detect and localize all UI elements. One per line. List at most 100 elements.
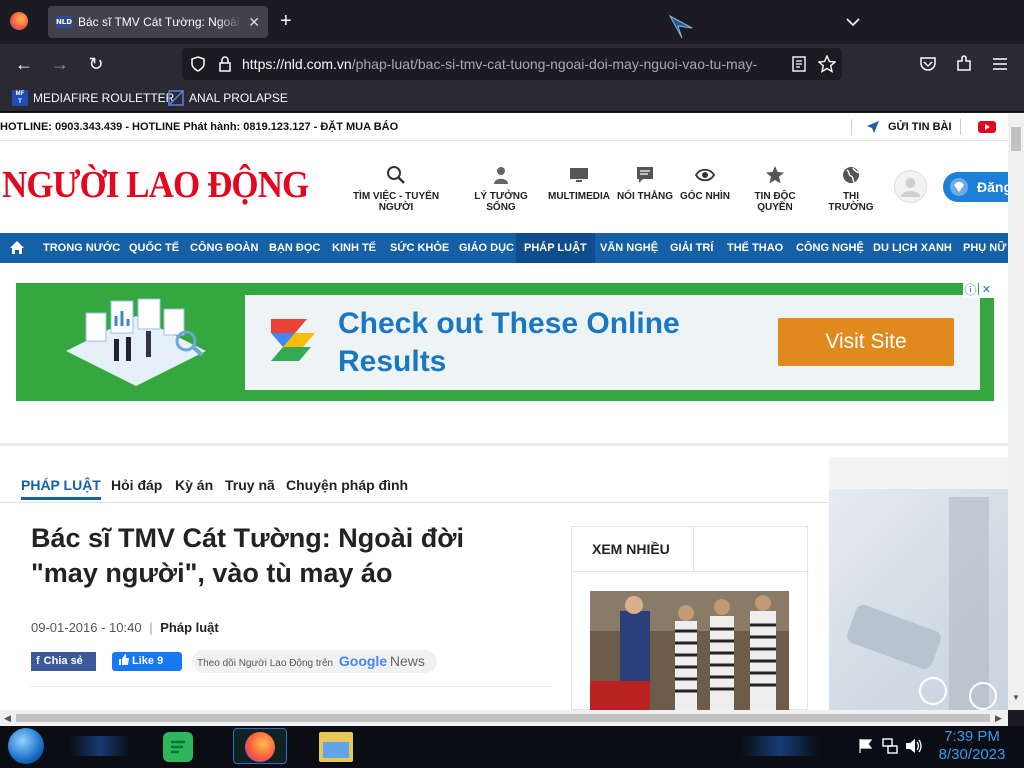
menu-icon[interactable] — [992, 57, 1008, 71]
side-ad-top — [829, 457, 1008, 489]
bookmark-star-icon[interactable] — [818, 55, 836, 73]
youtube-icon[interactable] — [978, 120, 996, 134]
new-tab-icon[interactable]: + — [280, 10, 292, 32]
send-tip-link[interactable]: GỬI TIN BÀI — [888, 121, 952, 133]
topic-noi-thang[interactable]: NÓI THẲNG — [616, 165, 674, 202]
bookmark-item[interactable]: ANAL PROLAPSE — [168, 90, 288, 106]
visit-site-button[interactable]: Visit Site — [778, 318, 954, 366]
horizontal-scrollbar[interactable]: ◀ ▶ — [0, 710, 1008, 726]
nav-item[interactable]: TRONG NƯỚC — [43, 233, 120, 263]
back-icon[interactable]: ← — [12, 52, 36, 76]
avatar[interactable] — [894, 170, 927, 203]
nav-item[interactable]: KINH TẾ — [332, 233, 376, 263]
article-date: 09-01-2016 - 10:40 — [31, 620, 142, 635]
start-button[interactable] — [8, 728, 44, 764]
extensions-icon[interactable] — [955, 55, 973, 73]
like-label: Like 9 — [132, 655, 164, 667]
nav-item[interactable]: THỂ THAO — [727, 233, 783, 263]
url-bar[interactable]: https://nld.com.vn/phap-luat/bac-si-tmv-… — [182, 48, 842, 80]
send-icon — [867, 121, 879, 133]
topic-multimedia[interactable]: MULTIMEDIA — [548, 165, 610, 202]
news-thumbnail[interactable] — [590, 591, 789, 710]
firefox-menu-icon[interactable] — [10, 12, 28, 30]
login-button[interactable]: Đăng — [943, 172, 1008, 202]
close-tab-icon[interactable]: ✕ — [248, 14, 260, 31]
volume-icon[interactable] — [905, 738, 923, 754]
subnav-item[interactable]: Hỏi đáp — [111, 477, 162, 493]
notes-app-icon[interactable] — [163, 732, 193, 762]
user-circle-icon — [969, 682, 997, 710]
topic-label: GÓC NHÌN — [680, 191, 730, 202]
home-icon[interactable] — [9, 240, 25, 255]
nav-item-active[interactable]: PHÁP LUẬT — [516, 233, 595, 263]
reader-view-icon[interactable] — [792, 56, 806, 72]
user-circle-icon — [919, 677, 947, 705]
web-page: HOTLINE: 0903.343.439 - HOTLINE Phát hàn… — [0, 113, 1008, 710]
navigation-toolbar: ← → ↻ https://nld.com.vn/phap-luat/bac-s… — [0, 44, 1024, 84]
ad-banner[interactable]: Check out These Online Results Visit Sit… — [16, 283, 994, 401]
forward-icon[interactable]: → — [48, 52, 72, 76]
flag-icon[interactable] — [858, 738, 874, 754]
nav-item[interactable]: PHỤ NỮ — [963, 233, 1006, 263]
tab-title: Bác sĩ TMV Cát Tường: Ngoài đời "may — [78, 15, 242, 29]
facebook-share-button[interactable]: f Chia sẻ — [31, 652, 96, 671]
scrollbar-thumb[interactable] — [16, 714, 990, 722]
scrollbar-thumb[interactable] — [1011, 127, 1021, 151]
nav-item[interactable]: BẠN ĐỌC — [269, 233, 320, 263]
browser-tab[interactable]: NLD Bác sĩ TMV Cát Tường: Ngoài đời "may… — [48, 6, 268, 38]
shield-icon[interactable] — [190, 56, 206, 72]
site-favicon: NLD — [55, 16, 73, 28]
bookmarks-toolbar: MF T MEDIAFIRE ROULETTER ANAL PROLAPSE — [0, 84, 1024, 112]
topic-label: THỊ TRƯỜNG — [828, 191, 874, 213]
nav-item[interactable]: CÔNG NGHỆ — [796, 233, 864, 263]
subnav-item[interactable]: Kỳ án — [175, 477, 213, 493]
nav-item[interactable]: SỨC KHỎE — [390, 233, 449, 263]
article-category[interactable]: Pháp luật — [160, 620, 219, 635]
topic-ideals[interactable]: LÝ TƯỞNG SỐNG — [461, 165, 541, 213]
nav-item[interactable]: QUỐC TẾ — [129, 233, 179, 263]
pocket-icon[interactable] — [919, 56, 937, 72]
topic-market[interactable]: THỊ TRƯỜNG — [819, 165, 883, 213]
article-title: Bác sĩ TMV Cát Tường: Ngoài đời "may ngư… — [31, 523, 464, 588]
nav-item[interactable]: GIẢI TRÍ — [670, 233, 713, 263]
google-news-follow[interactable]: Theo dõi Người Lao Động trên Google News — [192, 650, 437, 673]
scroll-down-icon[interactable]: ▼ — [1012, 693, 1020, 702]
ad-close-icon[interactable]: ✕ — [979, 283, 994, 298]
subnav-item[interactable]: Chuyện pháp đình — [286, 477, 408, 493]
nav-item[interactable]: CÔNG ĐOÀN — [190, 233, 258, 263]
nav-item[interactable]: VĂN NGHỆ — [600, 233, 658, 263]
list-all-tabs-icon[interactable] — [846, 14, 860, 30]
scroll-left-icon[interactable]: ◀ — [4, 713, 11, 724]
ad-headline[interactable]: Check out These Online Results — [338, 305, 738, 381]
bookmark-item[interactable]: MF T MEDIAFIRE ROULETTER — [12, 90, 174, 106]
subnav-item-active[interactable]: PHÁP LUẬT — [21, 477, 101, 500]
clock[interactable]: 7:39 PM 8/30/2023 — [930, 728, 1014, 764]
reload-icon[interactable]: ↻ — [84, 52, 108, 76]
site-logo[interactable]: NGƯỜI LAO ĐỘNG — [2, 163, 309, 207]
nav-item[interactable]: DU LỊCH XANH — [873, 233, 952, 263]
clock-date: 8/30/2023 — [938, 746, 1006, 763]
topic-exclusive[interactable]: TIN ĐỘC QUYỀN — [737, 165, 813, 213]
user-icon — [901, 178, 920, 197]
topic-goc-nhin[interactable]: GÓC NHÌN — [679, 165, 731, 202]
taskbar-decoration — [70, 736, 130, 756]
file-explorer-icon[interactable] — [319, 732, 353, 762]
facebook-like-button[interactable]: Like 9 — [112, 652, 182, 671]
vertical-scrollbar[interactable]: ▼ — [1008, 113, 1024, 710]
nav-item[interactable]: GIÁO DỤC — [459, 233, 514, 263]
bookmark-label: MEDIAFIRE ROULETTER — [33, 91, 175, 105]
firefox-taskbar-button[interactable] — [233, 728, 287, 764]
divider — [960, 119, 961, 135]
ad-info-icon[interactable]: ⓘ — [963, 283, 978, 298]
side-ad[interactable] — [829, 457, 1008, 710]
url-text[interactable]: https://nld.com.vn/phap-luat/bac-si-tmv-… — [242, 56, 782, 72]
lock-icon[interactable] — [218, 56, 232, 72]
search-icon — [387, 166, 405, 184]
scroll-right-icon[interactable]: ▶ — [995, 713, 1002, 724]
bookmark-label: ANAL PROLAPSE — [189, 91, 288, 105]
topic-jobs[interactable]: TÌM VIỆC - TUYỂN NGƯỜI — [336, 165, 456, 213]
subnav-item[interactable]: Truy nã — [225, 477, 275, 493]
most-viewed-panel: XEM NHIỀU — [571, 526, 809, 710]
network-icon[interactable] — [882, 738, 898, 754]
taskbar-decoration — [740, 736, 820, 756]
